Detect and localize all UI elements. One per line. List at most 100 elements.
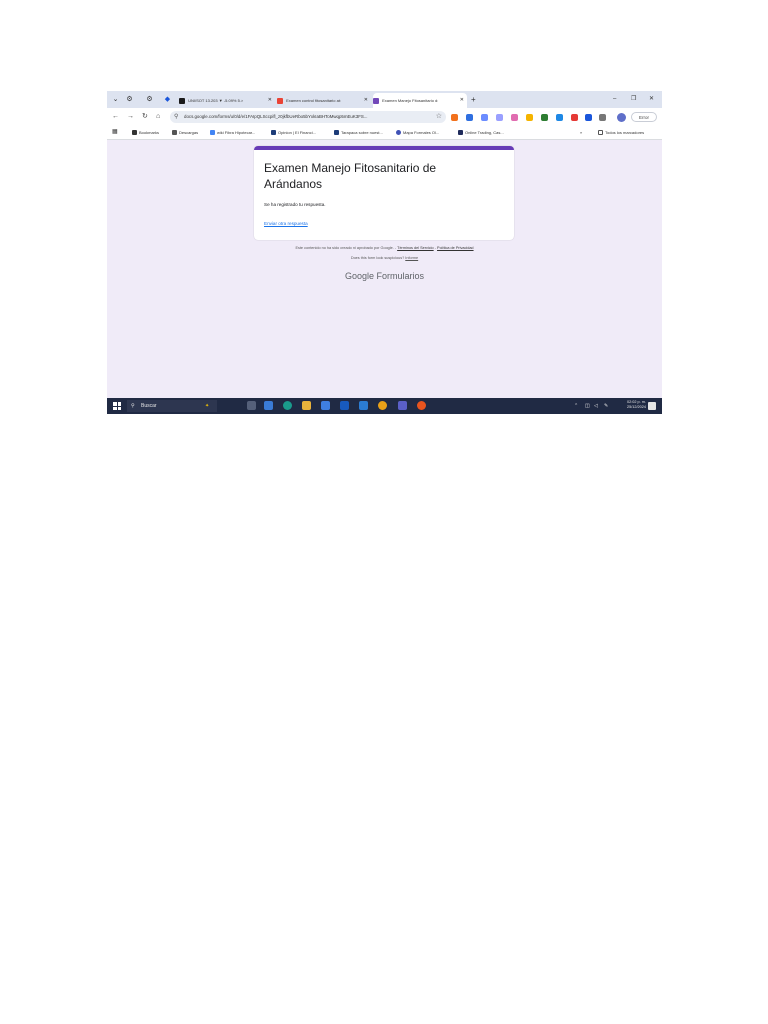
extension-icon[interactable]: [496, 114, 503, 121]
restore-button[interactable]: ❐: [631, 93, 636, 106]
network-icon[interactable]: ◫: [585, 398, 590, 414]
close-window-button[interactable]: ✕: [649, 93, 654, 106]
outlook-icon[interactable]: [359, 401, 368, 410]
back-button[interactable]: ←: [112, 112, 119, 122]
browser-toolbar: ← → ↻ ⌂ ⚲ docs.google.com/forms/u/0/d/e/…: [107, 108, 662, 126]
bookmark-item[interactable]: Bookmarks: [132, 126, 159, 139]
form-disclaimer: Este contenido no ha sido creado ni apro…: [107, 246, 662, 250]
tab-unisot[interactable]: UNI/SOT 13.203 ▼ -5.09% 5.> ✕: [179, 93, 275, 108]
system-clock[interactable]: 02:02 p. m. 25/12/2024: [626, 400, 646, 410]
edge-icon[interactable]: [283, 401, 292, 410]
bookmark-item[interactable]: Opinion | El Financi...: [271, 126, 316, 139]
bookmark-label: Mapa Formales Ol...: [403, 130, 440, 135]
forward-button[interactable]: →: [127, 112, 134, 122]
star-icon: [132, 130, 137, 136]
tab-label: UNI/SOT 13.203 ▼ -5.09% 5.>: [188, 98, 244, 103]
reload-button[interactable]: ↻: [142, 112, 148, 122]
clock-date: 25/12/2024: [626, 405, 646, 409]
extension-icon[interactable]: [481, 114, 488, 121]
report-link[interactable]: Informe: [405, 256, 418, 260]
chrome-icon[interactable]: [378, 401, 387, 410]
report-row: Does this form look suspicious? Informe: [107, 256, 662, 260]
suspicious-text: Does this form look suspicious?: [350, 256, 405, 260]
brave-icon[interactable]: [417, 401, 426, 410]
download-icon: [172, 130, 177, 136]
close-icon[interactable]: ✕: [460, 93, 464, 108]
terms-link[interactable]: Términos del Servicio: [397, 246, 434, 250]
volume-icon[interactable]: ◁: [594, 398, 598, 414]
form-confirmation-card: Examen Manejo Fitosanitario de Arándanos…: [254, 146, 514, 240]
bookmark-item[interactable]: wiki Fibra Hipotecar...: [210, 126, 255, 139]
google-forms-logo[interactable]: Google Formularios: [107, 271, 662, 281]
tab-strip: ⌄ ⚙ ⚙ ◆ UNI/SOT 13.203 ▼ -5.09% 5.> ✕ Ex…: [107, 91, 662, 108]
apps-grid-icon[interactable]: ▦: [112, 126, 118, 139]
home-button[interactable]: ⌂: [156, 112, 160, 122]
extension-icon[interactable]: [541, 114, 548, 121]
tab-examen-control[interactable]: Examen control fitosanitario at: ✕: [277, 93, 371, 108]
extension-icon[interactable]: [526, 114, 533, 121]
extensions-puzzle-icon[interactable]: [599, 114, 606, 121]
tab-search-icon[interactable]: ⌄: [111, 95, 120, 104]
forms-wordmark: Formularios: [376, 271, 425, 281]
bookmark-label: Bookmarks: [139, 130, 160, 135]
copilot-sparkle-icon: ✦: [205, 403, 210, 409]
google-forms-icon: [373, 97, 379, 104]
bookmark-label: Tarapaca sobre nuest...: [341, 130, 383, 135]
folder-icon: [598, 130, 603, 136]
bookmark-item[interactable]: Mapa Formales Ol...: [396, 126, 439, 139]
globe-icon: [396, 130, 401, 136]
metamask-icon[interactable]: [451, 114, 458, 121]
pen-icon[interactable]: ✎: [604, 398, 608, 414]
settings-icon[interactable]: ⚙: [145, 95, 154, 104]
search-placeholder: Buscar: [141, 403, 157, 409]
acrobat-icon[interactable]: [571, 114, 578, 121]
site-info-icon[interactable]: ⚲: [174, 111, 178, 123]
close-icon[interactable]: ✕: [364, 93, 368, 108]
file-explorer-icon[interactable]: [302, 401, 311, 410]
notifications-icon[interactable]: [648, 402, 656, 410]
bookmark-item[interactable]: Descargas: [172, 126, 198, 139]
site-icon: [334, 130, 339, 136]
extension-icon[interactable]: [556, 114, 563, 121]
all-bookmarks-folder[interactable]: Todos los marcadores: [598, 126, 644, 139]
close-icon[interactable]: ✕: [268, 93, 272, 108]
tab-label: Examen control fitosanitario at:: [286, 98, 342, 103]
disclaimer-text: Este contenido no ha sido creado ni apro…: [295, 246, 397, 250]
tab-examen-manejo[interactable]: Examen Manejo Fitosanitario d: ✕: [373, 93, 467, 108]
separator: -: [434, 246, 436, 250]
windows-start-icon[interactable]: [113, 402, 121, 410]
store-icon[interactable]: [321, 401, 330, 410]
copilot-icon[interactable]: [264, 401, 273, 410]
form-accent-bar: [254, 146, 514, 150]
submit-another-response-link[interactable]: Enviar otra respuesta: [264, 221, 308, 226]
bookmark-item[interactable]: Online Trading, Cas...: [458, 126, 504, 139]
word-icon[interactable]: [340, 401, 349, 410]
settings-icon[interactable]: ⚙: [125, 95, 134, 104]
taskbar-search-box[interactable]: ⚲ Buscar ✦: [127, 400, 217, 412]
extension-icon[interactable]: [466, 114, 473, 121]
profile-error-button[interactable]: Error: [631, 112, 657, 122]
bookmark-label: wiki Fibra Hipotecar...: [217, 130, 256, 135]
privacy-link[interactable]: Política de Privacidad: [437, 246, 474, 250]
new-tab-button[interactable]: +: [471, 93, 476, 106]
bookmark-item[interactable]: Tarapaca sobre nuest...: [334, 126, 383, 139]
shield-icon[interactable]: [585, 114, 592, 121]
chevron-up-icon[interactable]: ⌃: [574, 398, 578, 414]
windows-taskbar: ⚲ Buscar ✦ ⌃ ◫ ◁ ✎ 02:02 p. m. 25/12/202…: [107, 398, 662, 414]
task-view-icon[interactable]: [247, 401, 256, 410]
site-icon: [271, 130, 276, 136]
bookmark-star-icon[interactable]: ☆: [436, 111, 442, 123]
bookmarks-bar: ▦ Bookmarks Descargas wiki Fibra Hipotec…: [107, 126, 662, 140]
address-bar[interactable]: ⚲ docs.google.com/forms/u/0/d/e/1FAIpQLS…: [170, 111, 446, 123]
gmail-icon: [277, 97, 283, 104]
bookmarks-overflow-button[interactable]: »: [580, 126, 582, 139]
minimize-button[interactable]: –: [613, 93, 616, 106]
profile-avatar[interactable]: [617, 113, 626, 122]
response-recorded-text: Se ha registrado tu respuesta.: [264, 202, 326, 207]
extension-icon[interactable]: [511, 114, 518, 121]
bookmark-label: Todos los marcadores: [605, 130, 645, 135]
site-icon: [458, 130, 463, 136]
teams-icon[interactable]: [398, 401, 407, 410]
shield-icon[interactable]: ◆: [163, 95, 172, 104]
tab-favicon: [179, 97, 185, 104]
